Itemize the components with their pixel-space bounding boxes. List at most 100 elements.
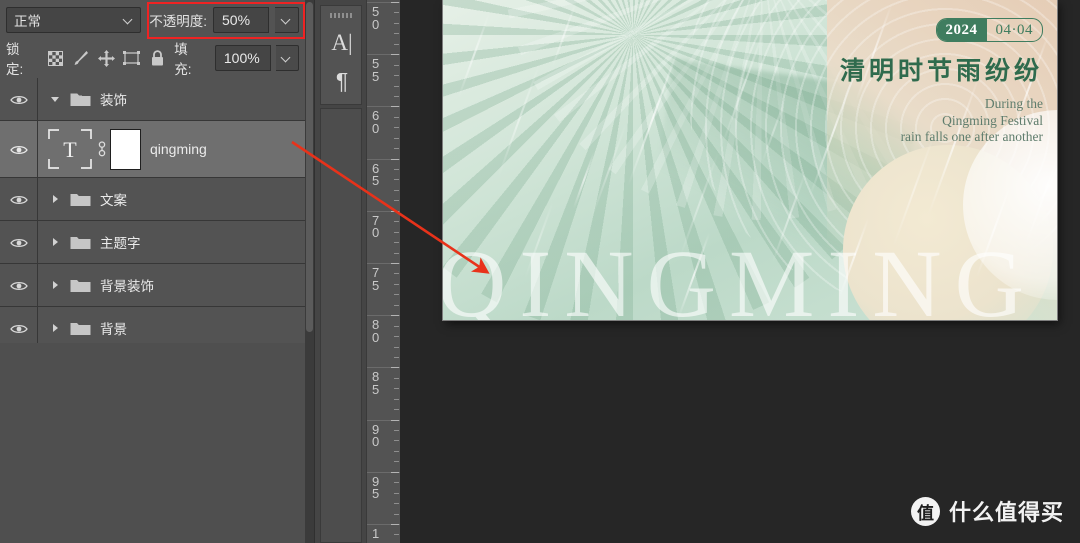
group-disclosure-toggle[interactable] [46,264,64,306]
layers-panel-scrollbar[interactable] [305,0,314,543]
chevron-right-icon [53,324,58,332]
ruler-tick-minor [394,514,399,515]
watermark-text: 什么值得买 [949,495,1064,527]
date-label: 04·04 [987,19,1043,41]
ruler-label: 50 [372,6,388,31]
eye-icon [10,194,27,205]
ruler-tick-minor [394,430,399,431]
artboard-lock-icon[interactable] [119,45,145,71]
scrollbar-thumb[interactable] [306,2,313,332]
rain-streak [721,24,767,147]
ruler-label: 55 [372,58,388,83]
layer-row[interactable]: 文案 [0,178,305,221]
transparency-lock-icon[interactable] [42,45,68,71]
vertical-ruler[interactable]: 50 55 60 65 70 75 80 85 90 95 1 [366,0,401,543]
ruler-tick-minor [394,33,399,34]
chevron-right-icon [53,281,58,289]
ruler-tick-minor [394,357,399,358]
ruler-label: 70 [372,215,388,240]
opacity-input[interactable]: 50% [213,7,269,33]
photoshop-window: 正常 不透明度: 50% 锁定: 填充: 100% 装饰 T qingming … [0,0,1080,543]
poster-en-line-3: rain falls one after another [763,129,1043,146]
rain-streak [458,12,490,97]
all-lock-icon[interactable] [145,45,171,71]
ruler-tick-minor [394,399,399,400]
date-badge: 2024 04·04 [936,18,1044,42]
ruler-tick-minor [394,65,399,66]
opacity-stepper[interactable] [275,7,299,33]
layer-visibility-toggle[interactable] [0,221,38,263]
ruler-label: 60 [372,110,388,135]
eye-icon [10,94,27,105]
ruler-label: 80 [372,319,388,344]
ruler-tick-minor [394,127,399,128]
ruler-tick-minor [394,242,399,243]
ruler-tick-minor [394,534,399,535]
watermark-badge-icon: 值 [911,497,940,526]
ruler-tick [391,106,399,107]
folder-icon [70,91,91,107]
link-icon[interactable] [96,139,108,159]
ruler-label: 95 [372,476,388,501]
ruler-tick-minor [394,305,399,306]
layer-row[interactable]: 背景装饰 [0,264,305,307]
ruler-tick-minor [394,388,399,389]
group-disclosure-toggle[interactable] [46,178,64,220]
layer-row[interactable]: 主题字 [0,221,305,264]
panel-grip-icon[interactable] [330,13,354,18]
chevron-right-icon [53,195,58,203]
layer-name: qingming [150,141,207,157]
group-disclosure-toggle[interactable] [46,221,64,263]
ruler-tick-minor [394,409,399,410]
eye-icon [10,237,27,248]
blend-options-row: 正常 不透明度: 50% [0,0,305,40]
text-layer-thumbnail[interactable]: T [46,127,94,171]
blend-mode-select[interactable]: 正常 [6,7,141,33]
layer-mask-thumbnail[interactable] [110,129,141,170]
canvas-workspace: QINGMING 2024 04·04 清明时节雨纷纷 During the Q… [400,0,1080,543]
ruler-tick [391,472,399,473]
ruler-tick-minor [394,44,399,45]
poster-chinese-title: 清明时节雨纷纷 [763,51,1043,87]
ruler-tick-minor [394,179,399,180]
layer-row-selected[interactable]: T qingming [0,121,305,178]
folder-icon [70,234,91,250]
move-lock-icon[interactable] [93,45,119,71]
ruler-label: 85 [372,371,388,396]
ruler-label: 75 [372,267,388,292]
ruler-tick-minor [394,12,399,13]
group-disclosure-toggle[interactable] [46,78,64,120]
ruler-tick-minor [394,482,399,483]
document-canvas[interactable]: QINGMING 2024 04·04 清明时节雨纷纷 During the Q… [443,0,1057,320]
poster-en-line-2: Qingming Festival [763,113,1043,130]
layer-visibility-toggle[interactable] [0,121,38,177]
fill-control[interactable]: 填充: 100% [174,38,299,78]
character-panel-icon[interactable]: A| [321,23,363,63]
collapsed-panel-dock: A| ¶ [314,0,367,543]
layer-name: 主题字 [100,232,141,252]
brush-lock-icon[interactable] [68,45,94,71]
chevron-right-icon [53,238,58,246]
layer-name: 背景 [100,318,127,338]
layers-list: 装饰 T qingming 文案 主题字 背景装饰 背景 [0,78,305,343]
layer-name: 装饰 [100,89,127,109]
ruler-tick-minor [394,347,399,348]
layer-visibility-toggle[interactable] [0,264,38,306]
paragraph-panel-icon[interactable]: ¶ [321,61,363,101]
ruler-tick-minor [394,75,399,76]
opacity-control[interactable]: 不透明度: 50% [149,7,299,33]
layer-row[interactable]: 装饰 [0,78,305,121]
eye-icon [10,144,27,155]
lock-options-row: 锁定: 填充: 100% [0,40,305,76]
ruler-tick-minor [394,440,399,441]
watermark: 值 什么值得买 [911,495,1064,527]
fill-stepper[interactable] [276,45,299,71]
layer-visibility-toggle[interactable] [0,178,38,220]
layers-panel-empty-area [0,343,305,543]
layer-name: 文案 [100,189,127,209]
fill-label: 填充: [174,38,204,78]
layer-visibility-toggle[interactable] [0,78,38,120]
ruler-label: 90 [372,424,388,449]
fill-input[interactable]: 100% [215,45,271,71]
poster-text-block: 2024 04·04 清明时节雨纷纷 During the Qingming F… [763,18,1043,146]
